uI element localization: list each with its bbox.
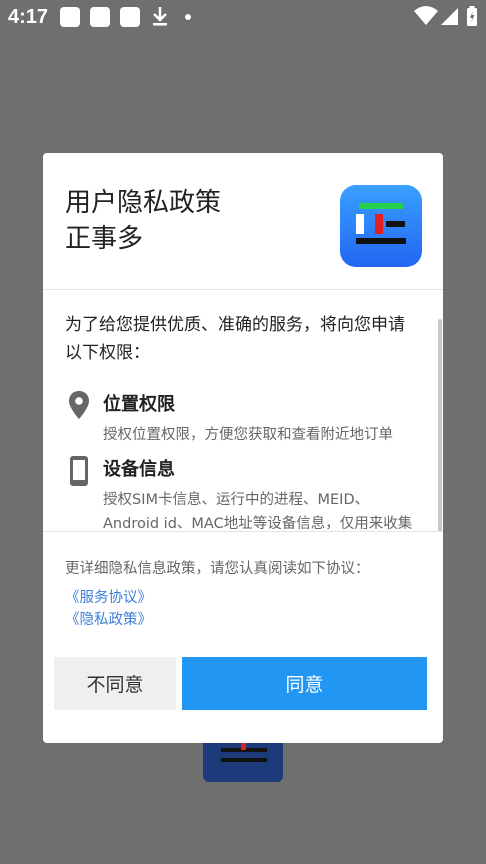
status-time: 4:17 [8, 6, 49, 28]
notification-icon [60, 7, 80, 27]
agree-button[interactable]: 同意 [182, 657, 427, 710]
permission-device-title: 设备信息 [103, 459, 175, 480]
intro-text: 为了给您提供优质、准确的服务，将向您申请以下权限： [65, 315, 405, 363]
notification-icon [120, 7, 140, 27]
privacy-policy-dialog: 用户隐私政策 正事多 为了给您提供优质、准确的服务，将向您申请以下权限： 位置权… [43, 153, 443, 743]
disagree-button[interactable]: 不同意 [54, 657, 176, 710]
location-pin-icon [69, 391, 89, 419]
content-divider [43, 531, 443, 532]
wifi-icon [414, 6, 438, 25]
dialog-title: 用户隐私政策 正事多 [65, 185, 221, 257]
scrollbar[interactable] [438, 319, 442, 531]
phone-device-icon [70, 456, 88, 486]
signal-icon [441, 8, 458, 25]
agreement-hint-text: 更详细隐私信息政策，请您认真阅读如下协议： [65, 561, 370, 577]
permission-location-desc: 授权位置权限，方便您获取和查看附近地订单 [103, 427, 393, 443]
dot-icon [185, 14, 191, 20]
permissions-scroll-area[interactable]: 为了给您提供优质、准确的服务，将向您申请以下权限： 位置权限 授权位置权限，方便… [43, 289, 443, 531]
battery-charging-icon [467, 6, 477, 26]
app-logo-icon [340, 185, 422, 267]
permission-location-title: 位置权限 [103, 394, 175, 415]
status-bar: 4:17 [0, 0, 486, 34]
permission-device-desc-line2: Android id、MAC地址等设备信息，仅用来收集 [103, 516, 413, 531]
notification-icon [90, 7, 110, 27]
dialog-title-line2: 正事多 [65, 224, 144, 254]
service-agreement-link[interactable]: 《服务协议》 [65, 586, 152, 607]
permission-device-desc-line1: 授权SIM卡信息、运行中的进程、MEID、 [103, 492, 370, 508]
dialog-title-line1: 用户隐私政策 [65, 188, 222, 218]
privacy-policy-link[interactable]: 《隐私政策》 [65, 608, 152, 629]
download-icon [153, 7, 167, 26]
